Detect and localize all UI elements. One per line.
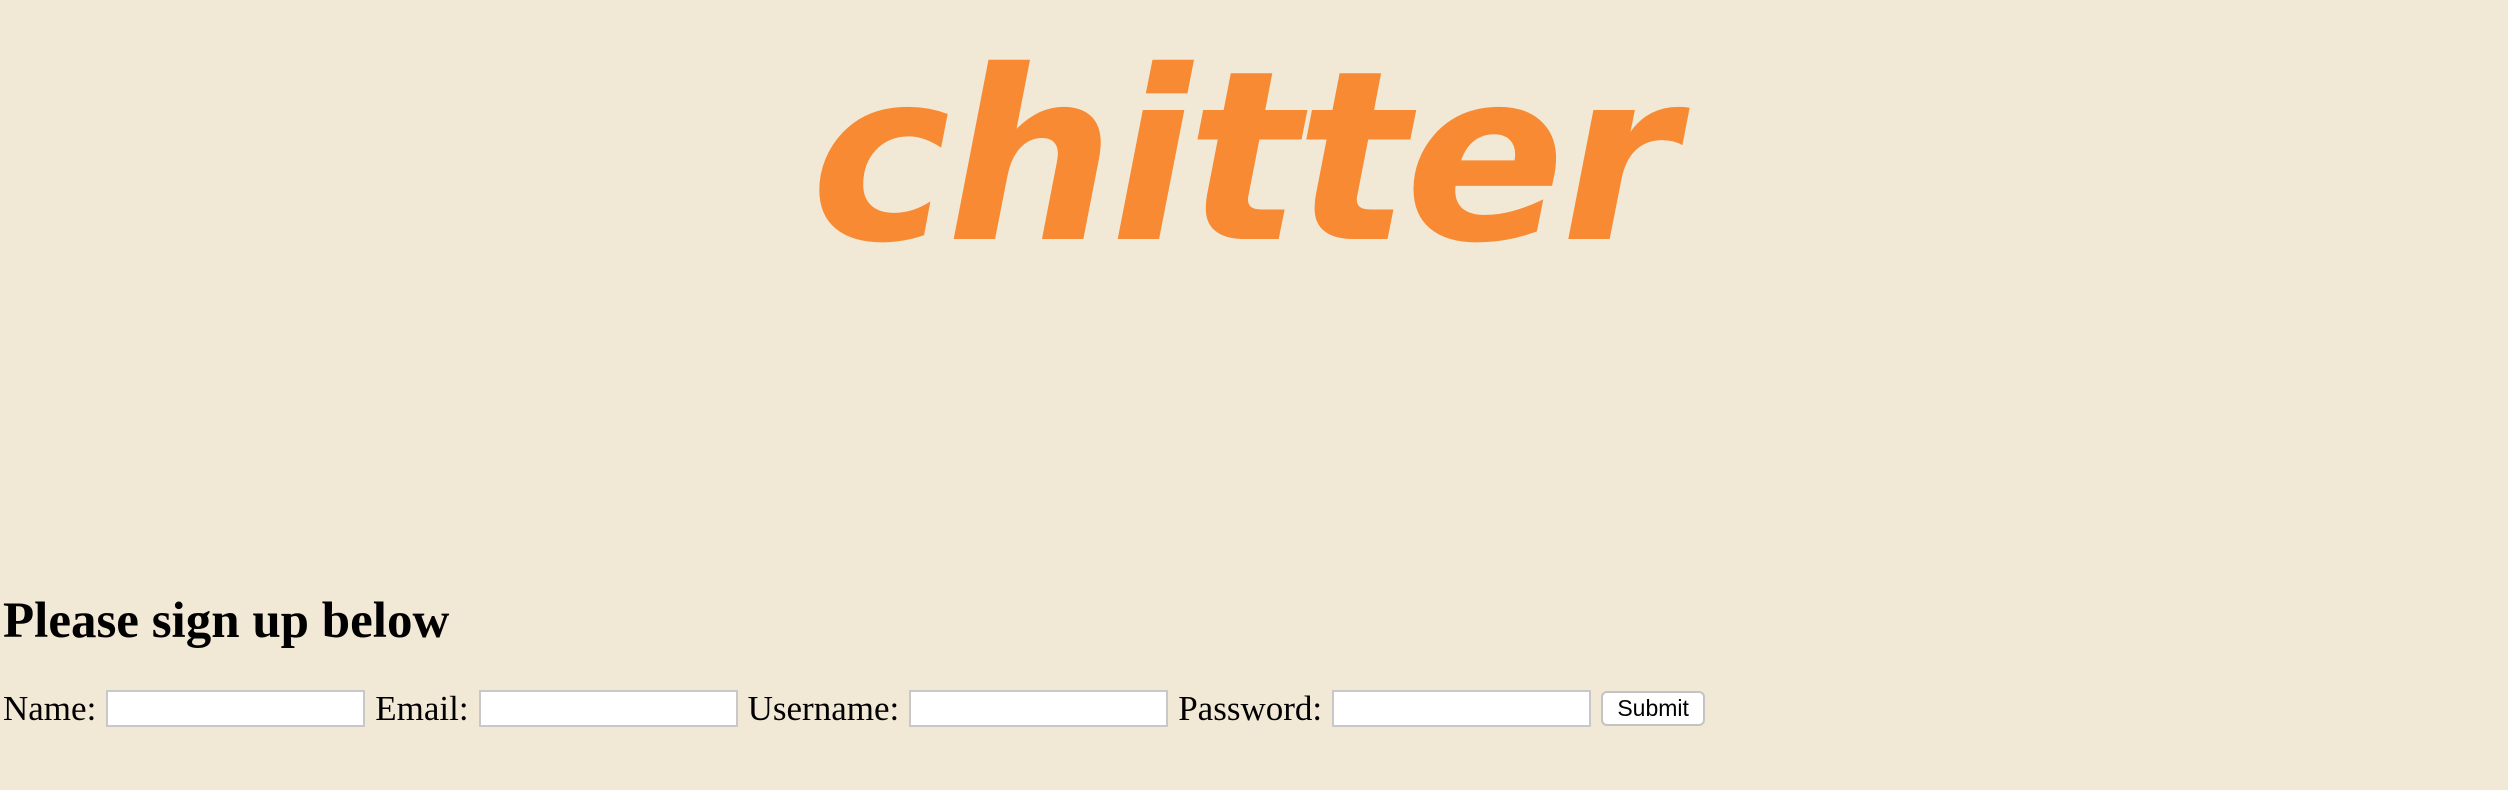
- password-input[interactable]: [1332, 690, 1592, 727]
- password-label: Password:: [1178, 689, 1323, 728]
- chitter-logo: chitter: [810, 20, 1678, 295]
- page-title: Please sign up below: [3, 593, 450, 649]
- email-input[interactable]: [478, 690, 738, 727]
- submit-button[interactable]: Submit: [1601, 691, 1706, 726]
- signup-form: Name: Email: Username: Password: Submit: [3, 689, 1706, 728]
- username-input[interactable]: [909, 690, 1169, 727]
- name-input[interactable]: [106, 690, 366, 727]
- logo-container: chitter: [0, 40, 2508, 276]
- email-label: Email:: [375, 689, 469, 728]
- name-label: Name:: [3, 689, 97, 728]
- username-label: Username:: [747, 689, 900, 728]
